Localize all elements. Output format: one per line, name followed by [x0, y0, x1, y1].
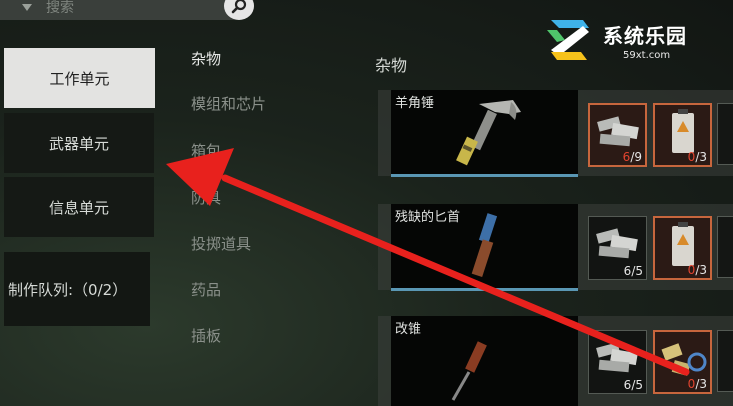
material-count: 6/9 [622, 150, 642, 164]
search-input[interactable]: 搜索 [46, 0, 74, 17]
info-unit-label: 信息单元 [48, 198, 109, 217]
watermark-logo: 系统乐园 59xt.com [545, 16, 705, 66]
material-slot[interactable]: 6/5 [588, 216, 647, 280]
need-count: 3 [699, 150, 707, 164]
category-bags[interactable]: 箱包 [191, 140, 221, 161]
category-mods-chips[interactable]: 模组和芯片 [191, 93, 266, 114]
material-count: 6/5 [623, 264, 643, 278]
have-count: 0 [687, 263, 696, 277]
brand-logo-icon [547, 20, 589, 60]
weapon-unit-button[interactable]: 武器单元 [4, 113, 154, 173]
category-armor[interactable]: 防具 [191, 187, 221, 208]
have-count: 6 [623, 264, 632, 278]
item-card-broken-dagger[interactable]: 残缺的匕首 [391, 204, 578, 291]
need-count: 9 [634, 150, 642, 164]
have-count: 6 [623, 378, 632, 392]
dropdown-triangle-icon[interactable] [22, 3, 32, 11]
craft-queue: 制作队列:（0/2） [4, 252, 150, 326]
weapon-unit-label: 武器单元 [48, 134, 109, 153]
search-button[interactable] [224, 0, 254, 20]
work-unit-label: 工作单元 [49, 69, 110, 88]
material-count: 0/3 [687, 377, 707, 391]
material-slot[interactable]: 0/3 [653, 216, 712, 280]
category-plates[interactable]: 插板 [191, 325, 221, 346]
have-count: 6 [622, 150, 631, 164]
need-count: 3 [699, 263, 707, 277]
material-count: 6/5 [623, 378, 643, 392]
material-count: 0/3 [687, 263, 707, 277]
need-count: 5 [635, 378, 643, 392]
material-slot[interactable]: 6/9 [588, 103, 647, 167]
work-unit-button[interactable]: 工作单元 [4, 48, 155, 108]
item-card-hammer[interactable]: 羊角锤 [391, 90, 578, 177]
info-unit-button[interactable]: 信息单元 [4, 177, 154, 237]
have-count: 0 [687, 150, 696, 164]
screwdriver-icon [451, 341, 487, 401]
watermark-brand: 系统乐园 [603, 24, 687, 48]
search-bar[interactable]: 搜索 [0, 0, 254, 20]
item-card-screwdriver[interactable]: 改锥 [391, 316, 578, 406]
material-slot[interactable]: 6/5 [588, 330, 647, 394]
need-count: 5 [635, 264, 643, 278]
material-slot-partial[interactable] [717, 330, 733, 392]
craft-queue-label: 制作队列:（0/2） [8, 280, 128, 299]
material-slot[interactable]: 0/3 [653, 330, 712, 394]
watermark-url: 59xt.com [623, 50, 671, 61]
dagger-icon [471, 213, 498, 277]
material-slot[interactable]: 0/3 [653, 103, 712, 167]
category-misc[interactable]: 杂物 [191, 48, 221, 69]
material-slot-partial[interactable] [717, 103, 733, 165]
category-throwables[interactable]: 投掷道具 [191, 233, 251, 254]
section-title: 杂物 [375, 56, 408, 75]
material-count: 0/3 [687, 150, 707, 164]
category-medicine[interactable]: 药品 [191, 279, 221, 300]
material-slot-partial[interactable] [717, 216, 733, 278]
need-count: 3 [699, 377, 707, 391]
have-count: 0 [687, 377, 696, 391]
hammer-icon [456, 100, 521, 166]
search-icon [231, 0, 247, 14]
